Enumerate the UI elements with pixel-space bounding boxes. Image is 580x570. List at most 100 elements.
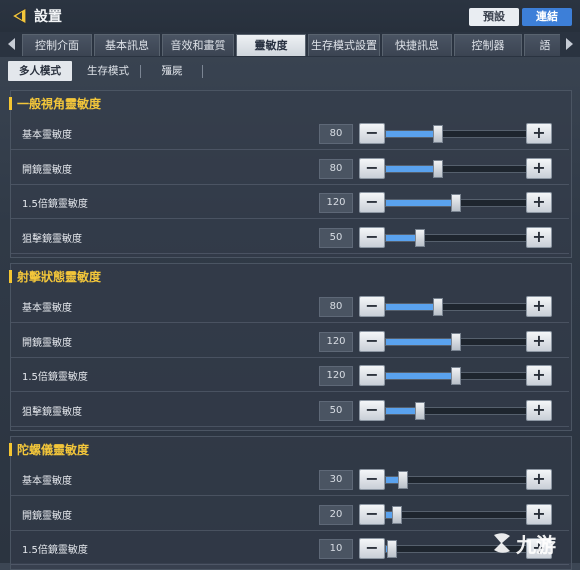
slider-thumb[interactable] <box>433 159 443 178</box>
decrease-button[interactable]: − <box>359 503 385 525</box>
row-divider <box>11 564 569 566</box>
row-divider <box>11 425 569 427</box>
increase-button[interactable]: + <box>526 365 552 387</box>
sensitivity-row: 基本靈敏度 80− + <box>11 289 569 323</box>
slider-thumb[interactable] <box>415 401 425 420</box>
tabs-strip: 控制介面 基本訊息 音效和畫質 靈敏度 生存模式設置 快捷訊息 控制器語 <box>22 34 560 56</box>
slider-thumb[interactable] <box>387 540 397 559</box>
increase-button[interactable]: + <box>526 399 552 421</box>
sensitivity-label: 狙擊鏡靈敏度 <box>22 406 82 418</box>
slider-thumb[interactable] <box>451 367 461 386</box>
sensitivity-row: 1.5倍鏡靈敏度 120− + <box>11 358 569 393</box>
sensitivity-label: 基本靈敏度 <box>22 130 72 141</box>
increase-button[interactable]: + <box>526 503 552 525</box>
jiuyou-logo-icon <box>494 533 510 553</box>
sensitivity-label: 1.5倍鏡靈敏度 <box>22 372 88 384</box>
tab-2[interactable]: 音效和畫質 <box>162 34 234 56</box>
slider-thumb[interactable] <box>398 471 408 489</box>
section-accent-bar <box>9 270 12 283</box>
section-accent-bar <box>9 443 12 456</box>
section-accent-bar <box>9 97 12 110</box>
sensitivity-value-input[interactable]: 50 <box>319 400 353 421</box>
sensitivity-label: 1.5倍鏡靈敏度 <box>22 199 88 211</box>
increase-button[interactable]: + <box>526 469 552 490</box>
decrease-button[interactable]: − <box>359 330 385 352</box>
increase-button[interactable]: + <box>526 123 552 144</box>
tab-scroll-right-icon[interactable] <box>566 38 573 50</box>
sensitivity-row: 基本靈敏度 80− + <box>11 116 569 150</box>
slider-fill <box>386 200 456 207</box>
slider-fill <box>386 304 438 310</box>
decrease-button[interactable]: − <box>359 399 385 421</box>
sensitivity-row: 開鏡靈敏度 20− + <box>11 497 569 531</box>
decrease-button[interactable]: − <box>359 365 385 387</box>
slider-thumb[interactable] <box>392 505 402 524</box>
sensitivity-slider-track[interactable] <box>385 233 527 242</box>
sensitivity-slider-track[interactable] <box>385 164 527 173</box>
sensitivity-value-input[interactable]: 10 <box>319 539 353 560</box>
sensitivity-row: 基本靈敏度 30− + <box>11 462 569 496</box>
sensitivity-slider-track[interactable] <box>385 510 527 519</box>
decrease-button[interactable]: − <box>359 538 385 560</box>
tab-1[interactable]: 基本訊息 <box>94 34 160 56</box>
row-divider <box>11 252 569 254</box>
tab-3[interactable]: 靈敏度 <box>236 34 306 56</box>
sensitivity-value-input[interactable]: 50 <box>319 227 353 248</box>
sensitivity-value-input[interactable]: 120 <box>319 366 353 387</box>
subtab-zombies[interactable]: 殭屍 <box>142 61 202 81</box>
slider-fill <box>386 131 438 137</box>
sensitivity-value-input[interactable]: 120 <box>319 331 353 352</box>
sensitivity-label: 1.5倍鏡靈敏度 <box>22 545 88 557</box>
subtab-multiplayer[interactable]: 多人模式 <box>8 61 72 81</box>
slider-thumb[interactable] <box>451 194 461 213</box>
sensitivity-value-input[interactable]: 80 <box>319 158 353 179</box>
sensitivity-slider-track[interactable] <box>385 406 527 415</box>
tab-7[interactable]: 語 <box>524 34 560 56</box>
slider-thumb[interactable] <box>433 298 443 316</box>
sensitivity-slider-track[interactable] <box>385 303 527 311</box>
sensitivity-label: 開鏡靈敏度 <box>22 337 72 349</box>
watermark-text: 九游 <box>516 533 556 557</box>
decrease-button[interactable]: − <box>359 192 385 214</box>
subtab-divider <box>140 65 141 78</box>
increase-button[interactable]: + <box>526 226 552 248</box>
decrease-button[interactable]: − <box>359 123 385 144</box>
tab-4[interactable]: 生存模式設置 <box>308 34 380 56</box>
decrease-button[interactable]: − <box>359 296 385 317</box>
sensitivity-value-input[interactable]: 80 <box>319 297 353 317</box>
tab-6[interactable]: 控制器 <box>454 34 522 56</box>
sensitivity-value-input[interactable]: 80 <box>319 124 353 144</box>
sensitivity-row: 1.5倍鏡靈敏度 120− + <box>11 185 569 220</box>
slider-thumb[interactable] <box>433 125 443 143</box>
subtab-survival[interactable]: 生存模式 <box>76 61 140 81</box>
slider-thumb[interactable] <box>451 332 461 351</box>
section-title: 射擊狀態靈敏度 <box>17 270 102 284</box>
top-bar: 設置 預設 連結 <box>0 0 580 32</box>
section-title: 一般視角靈敏度 <box>17 97 102 111</box>
sensitivity-slider-track[interactable] <box>385 130 527 138</box>
tab-0[interactable]: 控制介面 <box>22 34 92 56</box>
preset-button[interactable]: 預設 <box>469 8 519 26</box>
sensitivity-label: 基本靈敏度 <box>22 303 72 314</box>
sensitivity-row: 1.5倍鏡靈敏度 10− + <box>11 531 569 566</box>
slider-thumb[interactable] <box>415 228 425 247</box>
increase-button[interactable]: + <box>526 192 552 214</box>
connect-button[interactable]: 連結 <box>522 8 572 26</box>
subtab-divider <box>202 65 203 78</box>
decrease-button[interactable]: − <box>359 226 385 248</box>
tab-5[interactable]: 快捷訊息 <box>382 34 452 56</box>
sensitivity-value-input[interactable]: 120 <box>319 193 353 214</box>
tab-scroll-left-icon[interactable] <box>8 38 15 50</box>
decrease-button[interactable]: − <box>359 157 385 179</box>
slider-fill <box>386 338 456 345</box>
sensitivity-value-input[interactable]: 30 <box>319 470 353 490</box>
increase-button[interactable]: + <box>526 157 552 179</box>
sensitivity-row: 開鏡靈敏度 80− + <box>11 151 569 185</box>
increase-button[interactable]: + <box>526 330 552 352</box>
increase-button[interactable]: + <box>526 296 552 317</box>
sensitivity-value-input[interactable]: 20 <box>319 504 353 525</box>
sensitivity-label: 基本靈敏度 <box>22 476 72 487</box>
sensitivity-label: 開鏡靈敏度 <box>22 164 72 176</box>
decrease-button[interactable]: − <box>359 469 385 490</box>
back-arrow-icon[interactable] <box>8 6 30 26</box>
